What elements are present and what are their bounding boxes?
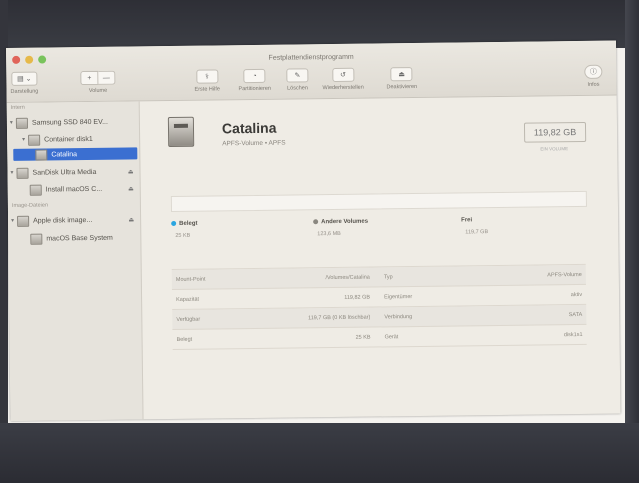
restore-button[interactable]: ↺ Wiederherstellen — [322, 67, 364, 92]
view-label: Darstellung — [10, 88, 39, 95]
volume-add-remove[interactable]: + — Volume — [80, 70, 116, 94]
info-icon: ⓘ — [584, 64, 603, 79]
remove-volume-button[interactable]: — — [98, 70, 116, 85]
erase-label: Löschen — [287, 85, 308, 92]
sidebar-item-label: Samsung SSD 840 EV... — [31, 118, 108, 127]
capacity-badge: 119,82 GB — [523, 121, 587, 143]
sidebar-item-label: Install macOS C... — [45, 185, 103, 194]
toolbar: Festplattendienstprogramm ▤ ⌄ Darstellun… — [6, 40, 617, 103]
disclosure-triangle-icon[interactable]: ▼ — [10, 218, 17, 224]
info-value: APFS-Volume — [547, 271, 582, 278]
sidebar-item-container-disk1[interactable]: ▼ Container disk1 — [21, 132, 137, 146]
restore-arrow-icon: ↺ — [331, 67, 355, 83]
eject-icon[interactable]: ⏏ — [128, 168, 134, 175]
partition-button[interactable]: ◔ Partitionieren — [238, 68, 271, 93]
partition-label: Partitionieren — [238, 85, 271, 93]
sidebar-item-catalina[interactable]: Catalina — [13, 147, 138, 161]
disk-icon — [16, 167, 29, 179]
volume-label: Volume — [88, 87, 108, 94]
first-aid-label: Erste Hilfe — [194, 86, 220, 93]
volume-icon — [35, 149, 48, 161]
volume-name: Catalina — [221, 119, 277, 137]
sidebar-item-label: macOS Base System — [46, 234, 113, 243]
eraser-icon: ✎ — [286, 68, 309, 83]
info-key: Typ — [383, 273, 393, 280]
sidebar-item-samsung-ssd[interactable]: ▼ Samsung SSD 840 EV... — [9, 115, 137, 129]
sidebar-item-label: Container disk1 — [44, 135, 93, 144]
detail-pane: Catalina APFS-Volume • APFS 119,82 GB EI… — [140, 96, 621, 420]
sidebar-item-apple-disk-image[interactable]: ▼ Apple disk image... ⏏ — [10, 213, 138, 227]
add-volume-button[interactable]: + — [80, 70, 99, 86]
sidebar-item-sandisk[interactable]: ▼ SanDisk Ultra Media ⏏ — [9, 165, 137, 179]
disclosure-triangle-icon[interactable]: ▼ — [9, 170, 16, 176]
info-button[interactable]: ⓘ Infos — [584, 64, 603, 88]
container-icon — [28, 134, 41, 146]
info-value: disk1s1 — [563, 331, 583, 338]
stethoscope-icon: ⚕ — [195, 69, 219, 84]
info-key: Eigentümer — [384, 293, 413, 300]
usage-bar — [170, 190, 587, 212]
info-value: 119,82 GB — [344, 294, 371, 301]
legend-free: Frei 119,7 GB — [461, 217, 488, 235]
volume-subtitle: APFS-Volume • APFS — [222, 139, 286, 148]
photo-bezel-bottom — [0, 423, 639, 483]
disk-utility-window: Festplattendienstprogramm ▤ ⌄ Darstellun… — [6, 40, 621, 421]
sidebar-item-label: SanDisk Ultra Media — [32, 168, 97, 177]
info-table: Mount-Point /Volumes/Catalina Typ APFS-V… — [171, 263, 587, 350]
volume-icon — [29, 184, 42, 196]
info-value: 119,7 GB (0 KB löschbar) — [308, 314, 371, 321]
other-color-dot — [313, 219, 319, 225]
table-row: Belegt 25 KB Gerät disk1s1 — [172, 324, 587, 350]
info-key: Gerät — [384, 333, 399, 340]
sidebar-item-macos-base-system[interactable]: macOS Base System — [30, 231, 138, 245]
unmount-button[interactable]: ⏏ Deaktivieren — [386, 67, 417, 90]
info-value: SATA — [568, 311, 583, 318]
sidebar: Intern ▼ Samsung SSD 840 EV... ▼ Contain… — [6, 101, 144, 421]
sidebar-item-install-macos[interactable]: Install macOS C... ⏏ — [29, 182, 138, 196]
used-color-dot — [171, 220, 177, 226]
disk-image-icon — [17, 215, 30, 227]
sidebar-item-label: Apple disk image... — [33, 216, 93, 225]
view-button[interactable]: ▤ ⌄ Darstellung — [10, 71, 39, 95]
legend-other-value: 123,6 MB — [317, 230, 341, 238]
info-key: Belegt — [176, 336, 193, 343]
sidebar-item-label: Catalina — [51, 150, 78, 158]
hard-disk-icon — [167, 116, 195, 148]
info-label: Infos — [587, 81, 600, 88]
info-key: Kapazität — [176, 296, 200, 303]
capacity-caption: EIN VOLUME — [540, 146, 569, 152]
pie-partition-icon: ◔ — [243, 68, 266, 84]
photo-bezel-right — [625, 0, 639, 483]
disclosure-triangle-icon[interactable]: ▼ — [21, 137, 28, 143]
volume-icon — [30, 233, 43, 245]
legend-used-value: 25 KB — [175, 232, 191, 239]
info-value: aktiv — [570, 291, 583, 298]
sidebar-view-icon: ▤ ⌄ — [11, 71, 38, 86]
info-key: Verfügbar — [176, 316, 201, 323]
info-key: Verbindung — [384, 313, 413, 320]
disk-icon — [15, 117, 28, 129]
first-aid-button[interactable]: ⚕ Erste Hilfe — [194, 69, 220, 93]
unmount-icon: ⏏ — [390, 67, 413, 82]
legend-other-label: Andere Volumes — [321, 218, 369, 226]
info-value: /Volumes/Catalina — [325, 274, 370, 281]
info-key: Mount-Point — [175, 276, 206, 283]
legend-free-value: 119,7 GB — [465, 229, 489, 236]
sidebar-section-images: Image-Dateien — [11, 202, 49, 209]
unmount-label: Deaktivieren — [386, 83, 418, 91]
restore-label: Wiederherstellen — [322, 84, 364, 92]
erase-button[interactable]: ✎ Löschen — [286, 68, 309, 92]
legend-used-label: Belegt — [179, 220, 198, 227]
legend-used: Belegt 25 KB — [171, 220, 198, 239]
info-value: 25 KB — [355, 334, 371, 341]
eject-icon[interactable]: ⏏ — [128, 216, 134, 223]
sidebar-section-internal: Intern — [10, 104, 25, 111]
legend-free-label: Frei — [461, 217, 473, 224]
window-title: Festplattendienstprogramm — [268, 53, 354, 62]
eject-icon[interactable]: ⏏ — [128, 185, 134, 192]
legend-other-volumes: Andere Volumes 123,6 MB — [313, 218, 369, 237]
